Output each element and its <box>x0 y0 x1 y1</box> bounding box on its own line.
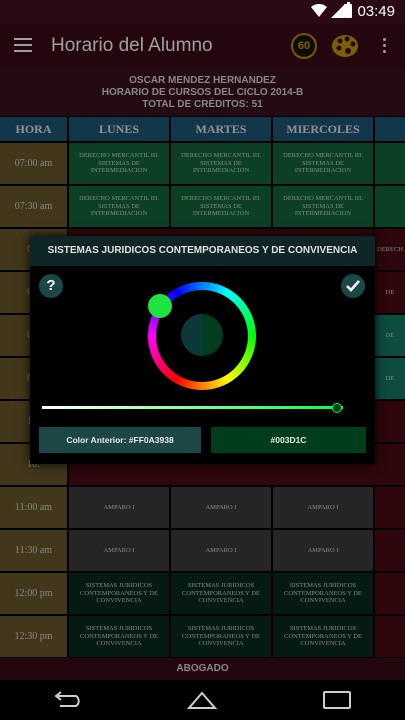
checkmark-icon <box>346 280 360 292</box>
battery-icon <box>344 2 352 18</box>
confirm-button[interactable] <box>341 274 365 298</box>
home-icon[interactable] <box>186 690 218 710</box>
hue-selector-knob[interactable] <box>148 294 172 318</box>
screen: 03:49 Horario del Alumno 60 OSCAR MENDEZ… <box>0 0 405 720</box>
wifi-icon <box>311 4 327 17</box>
value-slider[interactable] <box>42 406 343 409</box>
signal-icon <box>331 5 344 18</box>
status-bar: 03:49 <box>0 0 405 24</box>
clock: 03:49 <box>357 3 395 20</box>
dialog-title: SISTEMAS JURIDICOS CONTEMPORANEOS Y DE C… <box>30 236 375 266</box>
previous-color-button[interactable]: Color Anterior: #FF0A3938 <box>39 427 201 453</box>
new-color-button[interactable]: #003D1C <box>211 427 366 453</box>
previous-color-swatch <box>181 314 202 356</box>
back-icon[interactable] <box>52 691 82 709</box>
value-slider-knob[interactable] <box>331 403 342 413</box>
color-picker-dialog: SISTEMAS JURIDICOS CONTEMPORANEOS Y DE C… <box>30 236 375 464</box>
recents-icon[interactable] <box>323 691 351 709</box>
color-preview <box>181 314 223 356</box>
help-button[interactable]: ? <box>39 274 63 298</box>
new-color-swatch <box>202 314 223 356</box>
navigation-bar <box>0 680 405 720</box>
